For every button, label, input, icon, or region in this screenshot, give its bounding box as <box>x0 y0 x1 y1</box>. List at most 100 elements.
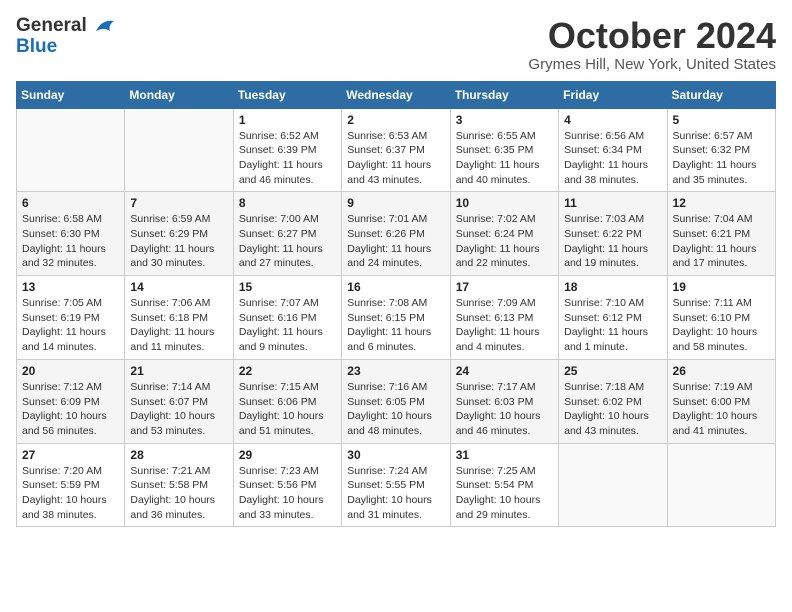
day-detail: Sunrise: 7:12 AMSunset: 6:09 PMDaylight:… <box>22 380 119 439</box>
day-detail: Sunrise: 6:55 AMSunset: 6:35 PMDaylight:… <box>456 129 553 188</box>
weekday-header-saturday: Saturday <box>667 81 775 108</box>
day-number: 29 <box>239 448 336 462</box>
day-detail: Sunrise: 7:10 AMSunset: 6:12 PMDaylight:… <box>564 296 661 355</box>
calendar-cell: 25Sunrise: 7:18 AMSunset: 6:02 PMDayligh… <box>559 359 667 443</box>
calendar-cell: 6Sunrise: 6:58 AMSunset: 6:30 PMDaylight… <box>17 192 125 276</box>
logo-general: General <box>16 16 116 37</box>
day-detail: Sunrise: 7:23 AMSunset: 5:56 PMDaylight:… <box>239 464 336 523</box>
day-detail: Sunrise: 7:06 AMSunset: 6:18 PMDaylight:… <box>130 296 227 355</box>
weekday-header-friday: Friday <box>559 81 667 108</box>
month-title: October 2024 <box>528 16 776 56</box>
weekday-header-row: SundayMondayTuesdayWednesdayThursdayFrid… <box>17 81 776 108</box>
calendar-cell <box>667 443 775 527</box>
calendar-cell: 28 Sunrise: 7:21 AMSunset: 5:58 PMDayligh… <box>125 443 233 527</box>
day-detail: Sunrise: 7:08 AMSunset: 6:15 PMDaylight:… <box>347 296 444 355</box>
weekday-header-monday: Monday <box>125 81 233 108</box>
logo: General Blue <box>16 16 116 58</box>
day-number: 16 <box>347 280 444 294</box>
day-detail: Sunrise: 7:15 AMSunset: 6:06 PMDaylight:… <box>239 380 336 439</box>
calendar-cell: 1Sunrise: 6:52 AMSunset: 6:39 PMDaylight… <box>233 108 341 192</box>
day-detail: Sunrise: 7:05 AMSunset: 6:19 PMDaylight:… <box>22 296 119 355</box>
calendar-cell: 13 Sunrise: 7:05 AMSunset: 6:19 PMDayligh… <box>17 276 125 360</box>
day-detail: Sunrise: 7:20 AMSunset: 5:59 PMDaylight:… <box>22 464 119 523</box>
logo-bird-icon <box>94 17 116 35</box>
day-number: 5 <box>673 113 770 127</box>
day-number: 24 <box>456 364 553 378</box>
weekday-header-thursday: Thursday <box>450 81 558 108</box>
day-number: 13 <box>22 280 119 294</box>
day-number: 30 <box>347 448 444 462</box>
calendar-cell: 15 Sunrise: 7:07 AMSunset: 6:16 PMDayligh… <box>233 276 341 360</box>
day-detail: Sunrise: 7:11 AMSunset: 6:10 PMDaylight:… <box>673 296 770 355</box>
day-detail: Sunrise: 6:53 AMSunset: 6:37 PMDaylight:… <box>347 129 444 188</box>
day-number: 25 <box>564 364 661 378</box>
day-number: 28 <box>130 448 227 462</box>
day-number: 19 <box>673 280 770 294</box>
calendar-cell: 3 Sunrise: 6:55 AMSunset: 6:35 PMDaylight… <box>450 108 558 192</box>
day-detail: Sunrise: 6:57 AMSunset: 6:32 PMDaylight:… <box>673 129 770 188</box>
calendar-cell: 20 Sunrise: 7:12 AMSunset: 6:09 PMDayligh… <box>17 359 125 443</box>
day-detail: Sunrise: 7:04 AMSunset: 6:21 PMDaylight:… <box>673 212 770 271</box>
calendar-week-row: 27 Sunrise: 7:20 AMSunset: 5:59 PMDayligh… <box>17 443 776 527</box>
calendar-cell <box>17 108 125 192</box>
calendar-cell: 14 Sunrise: 7:06 AMSunset: 6:18 PMDayligh… <box>125 276 233 360</box>
calendar-cell: 27 Sunrise: 7:20 AMSunset: 5:59 PMDayligh… <box>17 443 125 527</box>
weekday-header-tuesday: Tuesday <box>233 81 341 108</box>
day-number: 14 <box>130 280 227 294</box>
day-detail: Sunrise: 6:58 AMSunset: 6:30 PMDaylight:… <box>22 212 119 271</box>
day-detail: Sunrise: 6:52 AMSunset: 6:39 PMDaylight:… <box>239 129 336 188</box>
calendar-cell: 9Sunrise: 7:01 AMSunset: 6:26 PMDaylight… <box>342 192 450 276</box>
day-number: 22 <box>239 364 336 378</box>
day-detail: Sunrise: 6:59 AMSunset: 6:29 PMDaylight:… <box>130 212 227 271</box>
day-number: 8 <box>239 196 336 210</box>
day-detail: Sunrise: 7:24 AMSunset: 5:55 PMDaylight:… <box>347 464 444 523</box>
day-number: 26 <box>673 364 770 378</box>
day-number: 9 <box>347 196 444 210</box>
calendar-cell: 24Sunrise: 7:17 AMSunset: 6:03 PMDayligh… <box>450 359 558 443</box>
day-number: 20 <box>22 364 119 378</box>
day-detail: Sunrise: 7:02 AMSunset: 6:24 PMDaylight:… <box>456 212 553 271</box>
day-detail: Sunrise: 7:14 AMSunset: 6:07 PMDaylight:… <box>130 380 227 439</box>
title-block: October 2024 Grymes Hill, New York, Unit… <box>528 16 776 73</box>
day-detail: Sunrise: 7:09 AMSunset: 6:13 PMDaylight:… <box>456 296 553 355</box>
calendar-week-row: 20 Sunrise: 7:12 AMSunset: 6:09 PMDayligh… <box>17 359 776 443</box>
day-number: 2 <box>347 113 444 127</box>
day-detail: Sunrise: 7:16 AMSunset: 6:05 PMDaylight:… <box>347 380 444 439</box>
calendar-cell: 4Sunrise: 6:56 AMSunset: 6:34 PMDaylight… <box>559 108 667 192</box>
calendar-cell: 5 Sunrise: 6:57 AMSunset: 6:32 PMDaylight… <box>667 108 775 192</box>
calendar-week-row: 1Sunrise: 6:52 AMSunset: 6:39 PMDaylight… <box>17 108 776 192</box>
day-number: 3 <box>456 113 553 127</box>
calendar-cell: 26Sunrise: 7:19 AMSunset: 6:00 PMDayligh… <box>667 359 775 443</box>
calendar-cell: 30 Sunrise: 7:24 AMSunset: 5:55 PMDayligh… <box>342 443 450 527</box>
day-number: 15 <box>239 280 336 294</box>
calendar-cell: 2 Sunrise: 6:53 AMSunset: 6:37 PMDaylight… <box>342 108 450 192</box>
day-number: 31 <box>456 448 553 462</box>
calendar-cell <box>559 443 667 527</box>
calendar-table: SundayMondayTuesdayWednesdayThursdayFrid… <box>16 81 776 528</box>
day-number: 12 <box>673 196 770 210</box>
day-detail: Sunrise: 7:25 AMSunset: 5:54 PMDaylight:… <box>456 464 553 523</box>
day-detail: Sunrise: 7:07 AMSunset: 6:16 PMDaylight:… <box>239 296 336 355</box>
calendar-cell: 19 Sunrise: 7:11 AMSunset: 6:10 PMDayligh… <box>667 276 775 360</box>
calendar-cell: 22 Sunrise: 7:15 AMSunset: 6:06 PMDayligh… <box>233 359 341 443</box>
day-number: 11 <box>564 196 661 210</box>
calendar-cell: 29 Sunrise: 7:23 AMSunset: 5:56 PMDayligh… <box>233 443 341 527</box>
day-number: 10 <box>456 196 553 210</box>
calendar-cell: 11 Sunrise: 7:03 AMSunset: 6:22 PMDayligh… <box>559 192 667 276</box>
day-number: 4 <box>564 113 661 127</box>
calendar-cell: 12 Sunrise: 7:04 AMSunset: 6:21 PMDayligh… <box>667 192 775 276</box>
location: Grymes Hill, New York, United States <box>528 56 776 73</box>
header: General Blue October 2024 Grymes Hill, N… <box>16 16 776 73</box>
day-number: 7 <box>130 196 227 210</box>
calendar-cell: 21Sunrise: 7:14 AMSunset: 6:07 PMDayligh… <box>125 359 233 443</box>
calendar-cell: 10 Sunrise: 7:02 AMSunset: 6:24 PMDayligh… <box>450 192 558 276</box>
day-detail: Sunrise: 7:21 AMSunset: 5:58 PMDaylight:… <box>130 464 227 523</box>
day-detail: Sunrise: 7:03 AMSunset: 6:22 PMDaylight:… <box>564 212 661 271</box>
day-number: 17 <box>456 280 553 294</box>
calendar-cell: 17 Sunrise: 7:09 AMSunset: 6:13 PMDayligh… <box>450 276 558 360</box>
calendar-cell: 23Sunrise: 7:16 AMSunset: 6:05 PMDayligh… <box>342 359 450 443</box>
day-number: 27 <box>22 448 119 462</box>
calendar-week-row: 13 Sunrise: 7:05 AMSunset: 6:19 PMDayligh… <box>17 276 776 360</box>
calendar-cell: 7 Sunrise: 6:59 AMSunset: 6:29 PMDaylight… <box>125 192 233 276</box>
weekday-header-wednesday: Wednesday <box>342 81 450 108</box>
